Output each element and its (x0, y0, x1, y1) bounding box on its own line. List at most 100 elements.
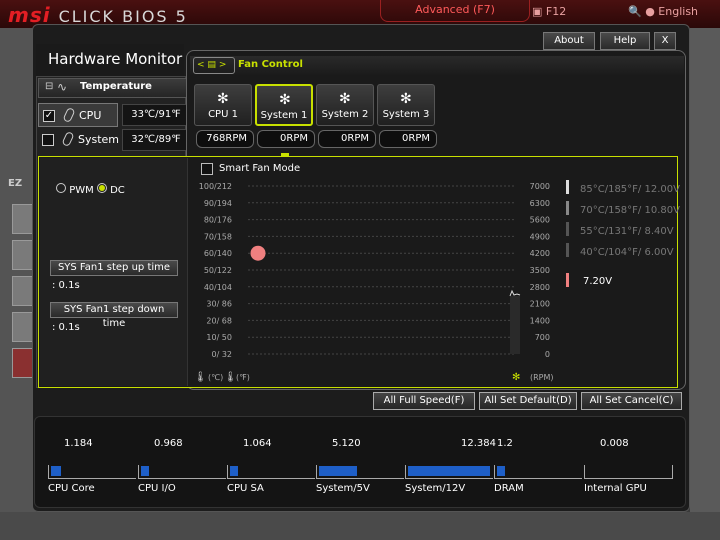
voltage-name: Internal GPU (584, 483, 647, 494)
voltage-level-marker (566, 222, 569, 236)
temp-row-system[interactable]: System 32℃/89℉ (38, 128, 190, 152)
temp-tick-label: 90/194 (204, 199, 232, 208)
tab-cpu1[interactable]: ✻ CPU 1 (194, 84, 252, 126)
all-full-speed-button[interactable]: All Full Speed(F) (373, 392, 475, 410)
ez-mode-label: EZ (8, 178, 23, 189)
tab-system1[interactable]: ✻ System 1 (255, 84, 313, 126)
language-button[interactable]: 🔍 ● English (628, 5, 698, 18)
voltage-bar (494, 465, 582, 479)
window-title: Hardware Monitor (48, 50, 183, 68)
system3-rpm: 0RPM (379, 130, 437, 148)
rpm-tick-label: 700 (535, 333, 550, 342)
all-set-cancel-button[interactable]: All Set Cancel(C) (581, 392, 682, 410)
temp-tick-label: 80/176 (204, 216, 232, 225)
voltage-bar-fill (497, 466, 506, 476)
step-up-time-button[interactable]: SYS Fan1 step up time (50, 260, 178, 276)
temp-tick-label: 20/ 68 (206, 316, 232, 325)
voltage-name: System/12V (405, 483, 466, 494)
voltage-value: 1.184 (64, 438, 93, 449)
smart-fan-mode-checkbox[interactable] (201, 163, 213, 175)
dc-radio[interactable] (96, 183, 107, 193)
help-button[interactable]: Help (600, 32, 650, 50)
close-button[interactable]: X (654, 32, 676, 50)
temp-unit-c-icon: 🌡 (194, 371, 207, 383)
voltage-level-label: 85°C/185°F/ 12.00V (580, 184, 680, 195)
voltage-panel (34, 416, 686, 508)
voltage-value: 0.968 (154, 438, 183, 449)
rpm-level-bar (510, 296, 520, 354)
temp-tick-label: 0/ 32 (211, 350, 232, 359)
pulse-icon: ∿ (57, 80, 68, 94)
nav-forward-icon[interactable]: > (219, 60, 227, 70)
all-set-default-button[interactable]: All Set Default(D) (479, 392, 577, 410)
fan-tab-label: System 2 (321, 109, 369, 120)
tab-system2[interactable]: ✻ System 2 (316, 84, 374, 126)
rpm-tick-label: 3500 (530, 266, 550, 275)
temp-row-label: System (78, 133, 120, 146)
temp-tick-label: 10/ 50 (206, 333, 232, 342)
voltage-name: System/5V (316, 483, 370, 494)
system1-rpm: 0RPM (257, 130, 315, 148)
fan-icon: ✻ (400, 91, 412, 107)
current-voltage-marker (566, 273, 569, 287)
rpm-tick-label: 4200 (530, 249, 550, 258)
step-up-time-value: : 0.1s (52, 280, 80, 291)
fan-icon: ✻ (279, 92, 291, 108)
voltage-bar-fill (230, 466, 239, 476)
voltage-bar-fill (319, 466, 357, 476)
voltage-bar (227, 465, 315, 479)
rpm-unit: (RPM) (530, 373, 554, 382)
bios-footer-bar (0, 512, 720, 540)
cpu-temp-value: 33℃/91℉ (122, 104, 190, 126)
rpm-tick-label: 1400 (530, 316, 550, 325)
temp-tick-label: 60/140 (204, 249, 232, 258)
voltage-bar (316, 465, 404, 479)
cpu1-rpm: 768RPM (196, 130, 254, 148)
system-temp-value: 32℃/89℉ (122, 129, 190, 151)
voltage-level-labels: 85°C/185°F/ 12.00V 70°C/158°F/ 10.80V 55°C… (566, 180, 680, 287)
fan-icon: ✻ (217, 91, 229, 107)
advanced-mode-button[interactable]: Advanced (F7) (380, 0, 530, 22)
voltage-bar-fill (141, 466, 150, 476)
mode-selector: PWM DC (56, 183, 125, 196)
collapse-icon[interactable]: ⊟ (45, 81, 53, 92)
system-temp-checkbox[interactable] (42, 134, 54, 146)
temp-axis-labels: 100/212 90/194 80/176 70/158 60/140 50/122 40/… (199, 182, 232, 359)
voltage-level-marker (566, 180, 569, 194)
rpm-tick-label: 7000 (530, 182, 550, 191)
dc-label: DC (110, 185, 125, 196)
breadcrumb-nav[interactable]: < ▤ > (193, 57, 235, 74)
step-down-time-value: : 0.1s (52, 322, 80, 333)
voltage-value: 1.2 (497, 438, 513, 449)
voltage-bar-fill (51, 466, 62, 476)
voltage-bar (138, 465, 226, 479)
temp-unit-f: (℉) (236, 373, 250, 382)
rpm-tick-label: 0 (545, 350, 550, 359)
thermometer-icon (61, 130, 75, 148)
voltage-name: DRAM (494, 483, 524, 494)
fan-control-title: Fan Control (238, 59, 303, 70)
voltage-bar-fill (408, 466, 491, 476)
voltage-value: 5.120 (332, 438, 361, 449)
current-temp-point (250, 245, 266, 261)
fan-icon: ✻ (512, 372, 520, 383)
about-button[interactable]: About (543, 32, 595, 50)
voltage-bar (405, 465, 493, 479)
pwm-label: PWM (69, 185, 94, 196)
rpm-tick-label: 2100 (530, 300, 550, 309)
voltage-value: 1.064 (243, 438, 272, 449)
fan-curve-chart[interactable]: 100/212 90/194 80/176 70/158 60/140 50/122 40/… (190, 178, 680, 388)
screenshot-button[interactable]: ▣ F12 (532, 5, 566, 18)
rpm-tick-label: 5600 (530, 216, 550, 225)
fan-tab-label: CPU 1 (208, 109, 238, 120)
step-down-time-button[interactable]: SYS Fan1 step down time (50, 302, 178, 329)
voltage-level-marker (566, 201, 569, 215)
temp-tick-label: 100/212 (199, 182, 232, 191)
temperature-label: Temperature (80, 81, 152, 92)
temp-unit-c: (℃) (208, 373, 223, 382)
pwm-radio[interactable] (56, 183, 66, 193)
tab-system3[interactable]: ✻ System 3 (377, 84, 435, 126)
nav-back-icon[interactable]: < (197, 60, 205, 70)
rpm-axis-labels: 7000630056004900420035002800210014007000 (530, 182, 550, 359)
voltage-value: 12.384 (461, 438, 496, 449)
